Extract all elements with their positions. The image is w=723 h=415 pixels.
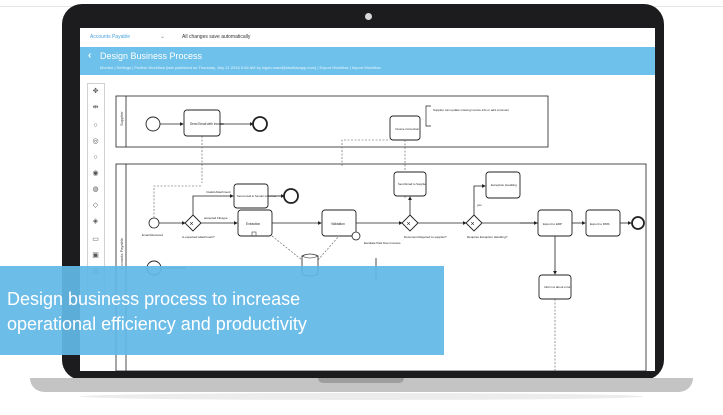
document-rejected-label: Document Rejected to supplier? xyxy=(404,235,447,239)
header-links[interactable]: Monitor | Settings | Publish Workflow (l… xyxy=(100,65,381,70)
autosave-status: All changes save automatically xyxy=(182,34,251,40)
lane-label-supplier: Supplier xyxy=(119,111,124,126)
task-export-erp-label: Export to ERP xyxy=(543,222,562,226)
task-validation-label: Validation xyxy=(331,222,345,226)
task-send-email-supplier-label: Send Email to Supplier xyxy=(398,182,427,186)
start-event-icon[interactable]: ○ xyxy=(91,121,100,130)
start-event[interactable] xyxy=(145,116,161,132)
promo-banner: Design business process to increase oper… xyxy=(0,266,444,355)
task-export-dms-label: Export to DMS xyxy=(590,222,610,226)
end-event-sender[interactable] xyxy=(283,188,299,204)
page-header: ‹ Design Business Process Monitor | Sett… xyxy=(80,47,655,75)
invalid-attachment-label: Invalid Attachment xyxy=(206,190,231,194)
webcam-icon xyxy=(365,13,372,20)
task-icon[interactable]: ▭ xyxy=(91,235,100,244)
intermediate-event-icon[interactable]: ◎ xyxy=(91,137,100,146)
timer-event-icon[interactable]: ◉ xyxy=(91,169,100,178)
task-invoice-correction-label: Invoice Correction xyxy=(395,127,420,131)
gateway-icon[interactable]: ◇ xyxy=(91,201,100,210)
yes-label: yes xyxy=(477,203,482,207)
svg-text:×: × xyxy=(471,221,475,228)
project-selector[interactable]: Accounts Payable xyxy=(90,34,130,40)
expected-attachment-label: Is expected attachment? xyxy=(182,235,215,239)
end-event-supplier[interactable] xyxy=(252,116,268,132)
laptop-shadow xyxy=(80,393,643,400)
supplier-note: Supplier can update missing invoice info… xyxy=(433,108,509,112)
connect-tool-icon[interactable]: ⇹ xyxy=(91,103,100,112)
banner-line-1: Design business process to increase xyxy=(7,289,301,309)
laptop-notch xyxy=(318,378,404,383)
accepted-filetype-label: accepted Filetype xyxy=(204,216,228,220)
message-event-icon[interactable]: ◍ xyxy=(91,185,100,194)
escalate-label: Escalate Past Due Invoices xyxy=(364,241,401,245)
svg-text:×: × xyxy=(407,221,411,228)
task-send-email-invoice-label: Send Email with Invoice xyxy=(190,122,224,126)
chevron-down-icon[interactable]: ⌄ xyxy=(160,33,165,40)
timer-boundary-event[interactable] xyxy=(351,231,361,241)
banner-line-2: operational efficiency and productivity xyxy=(7,314,307,334)
end-event-icon[interactable]: ○ xyxy=(91,153,100,162)
task-exception-handling-label: Exception Handling xyxy=(491,183,517,187)
requires-exception-label: Requires Exception Handling? xyxy=(467,235,508,239)
task-extraction-label: Extraction xyxy=(246,222,260,226)
task-inform-ap-label: Inform A about error xyxy=(544,285,571,289)
email-received-event[interactable] xyxy=(148,217,160,229)
svg-text:×: × xyxy=(190,221,194,228)
page-title: Design Business Process xyxy=(100,51,203,61)
email-received-label: Email Received xyxy=(142,233,163,237)
end-event-process[interactable] xyxy=(631,216,645,230)
user-task-icon[interactable]: ▣ xyxy=(91,251,100,260)
app-topbar: Accounts Payable ⌄ All changes save auto… xyxy=(80,28,655,48)
chevron-left-icon[interactable]: ‹ xyxy=(88,50,91,61)
lane-supplier xyxy=(115,95,549,148)
parallel-gateway-icon[interactable]: ◈ xyxy=(91,217,100,226)
hand-tool-icon[interactable]: ✥ xyxy=(91,87,100,96)
